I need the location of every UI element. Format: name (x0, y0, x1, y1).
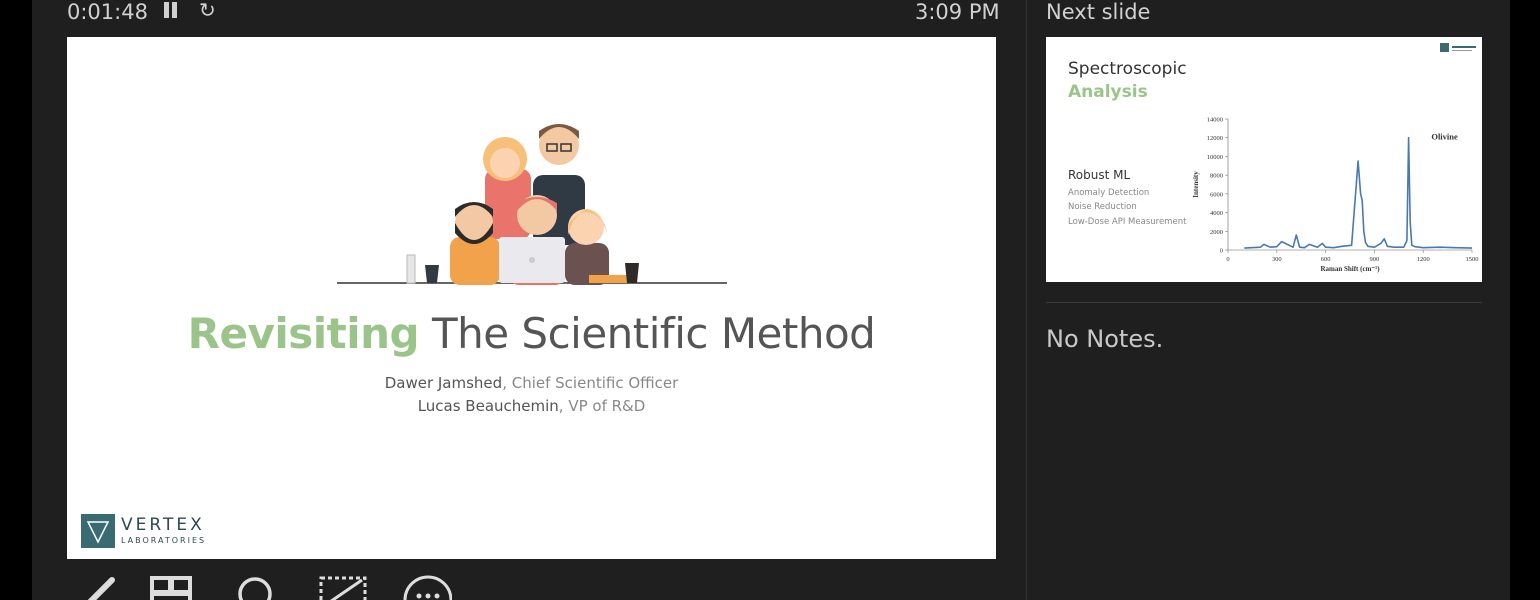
pane-divider (1026, 0, 1027, 600)
elapsed-timer: 0:01:48 (67, 0, 148, 24)
peak-annotation: Olivine (1431, 132, 1458, 142)
y-axis-label: Intensity (1192, 171, 1200, 198)
slide-title: Revisiting The Scientific Method (67, 309, 996, 358)
presenter-line: Dawer Jamshed, Chief Scientific Officer (67, 374, 996, 392)
pause-timer-button[interactable] (162, 2, 178, 20)
next-slide-title: Spectroscopic (1068, 59, 1187, 79)
restart-timer-button[interactable]: ↻ (199, 0, 221, 22)
x-tick-label: 1500 (1466, 256, 1479, 263)
x-tick-label: 900 (1370, 256, 1380, 263)
more-options-button[interactable] (402, 572, 453, 600)
presenter-role: , Chief Scientific Officer (502, 374, 679, 392)
presenter-line: Lucas Beauchemin, VP of R&D (67, 397, 996, 415)
y-tick-label: 4000 (1210, 210, 1223, 217)
y-tick-label: 6000 (1210, 191, 1223, 198)
next-slide-preview[interactable]: Spectroscopic Analysis Robust ML Anomaly… (1046, 37, 1482, 282)
current-time: 3:09 PM (915, 0, 1000, 24)
spectrum-line (1244, 136, 1473, 249)
pen-icon (87, 577, 115, 600)
next-slide-bullet: Noise Reduction (1068, 202, 1137, 212)
x-axis-label: Raman Shift (cm⁻¹) (1320, 265, 1380, 273)
blackout-button[interactable] (318, 572, 368, 600)
pen-tool-button[interactable] (80, 572, 130, 600)
y-tick-label: 0 (1220, 248, 1223, 255)
blackout-icon (319, 576, 367, 600)
team-illustration (337, 124, 727, 285)
y-tick-label: 2000 (1210, 229, 1223, 236)
more-icon (403, 575, 453, 600)
y-tick-label: 12000 (1207, 135, 1223, 142)
x-tick-label: 600 (1321, 256, 1331, 263)
presenter-role: , VP of R&D (558, 397, 646, 415)
speaker-notes: No Notes. (1046, 325, 1164, 353)
next-slide-bullet: Low-Dose API Measurement (1068, 217, 1187, 227)
logo-subtitle: LABORATORIES (121, 536, 207, 545)
logo-name: VERTEX (121, 515, 205, 535)
zoom-icon (238, 577, 272, 600)
next-slide-bullet: Anomaly Detection (1068, 188, 1150, 198)
slides-grid-icon (150, 576, 192, 600)
x-tick-label: 0 (1226, 256, 1229, 263)
presenter-name: Lucas Beauchemin (417, 397, 559, 415)
y-tick-label: 8000 (1210, 173, 1223, 180)
raman-spectrum-chart: 0 2000 4000 6000 8000 10000 12000 14000 0 300 600 9… (1192, 117, 1479, 274)
vertex-logo: VERTEX LABORATORIES (81, 514, 241, 548)
title-main: The Scientific Method (419, 309, 876, 358)
vertex-logo-small (1440, 43, 1476, 52)
y-tick-label: 10000 (1207, 154, 1223, 161)
vertex-logo-icon (81, 514, 115, 548)
title-accent: Revisiting (187, 309, 420, 358)
x-tick-label: 300 (1272, 256, 1282, 263)
y-tick-label: 14000 (1207, 117, 1223, 124)
notes-divider (1046, 302, 1482, 303)
see-all-slides-button[interactable] (150, 572, 200, 600)
current-slide[interactable]: Revisiting The Scientific Method Dawer J… (67, 37, 996, 559)
zoom-button[interactable] (233, 572, 283, 600)
restart-icon: ↻ (199, 0, 216, 22)
next-slide-label: Next slide (1046, 0, 1151, 24)
next-slide-subtitle: Robust ML (1068, 168, 1131, 182)
presenter-name: Dawer Jamshed (384, 374, 503, 392)
x-tick-label: 1200 (1417, 256, 1430, 263)
next-slide-title-accent: Analysis (1068, 82, 1148, 102)
